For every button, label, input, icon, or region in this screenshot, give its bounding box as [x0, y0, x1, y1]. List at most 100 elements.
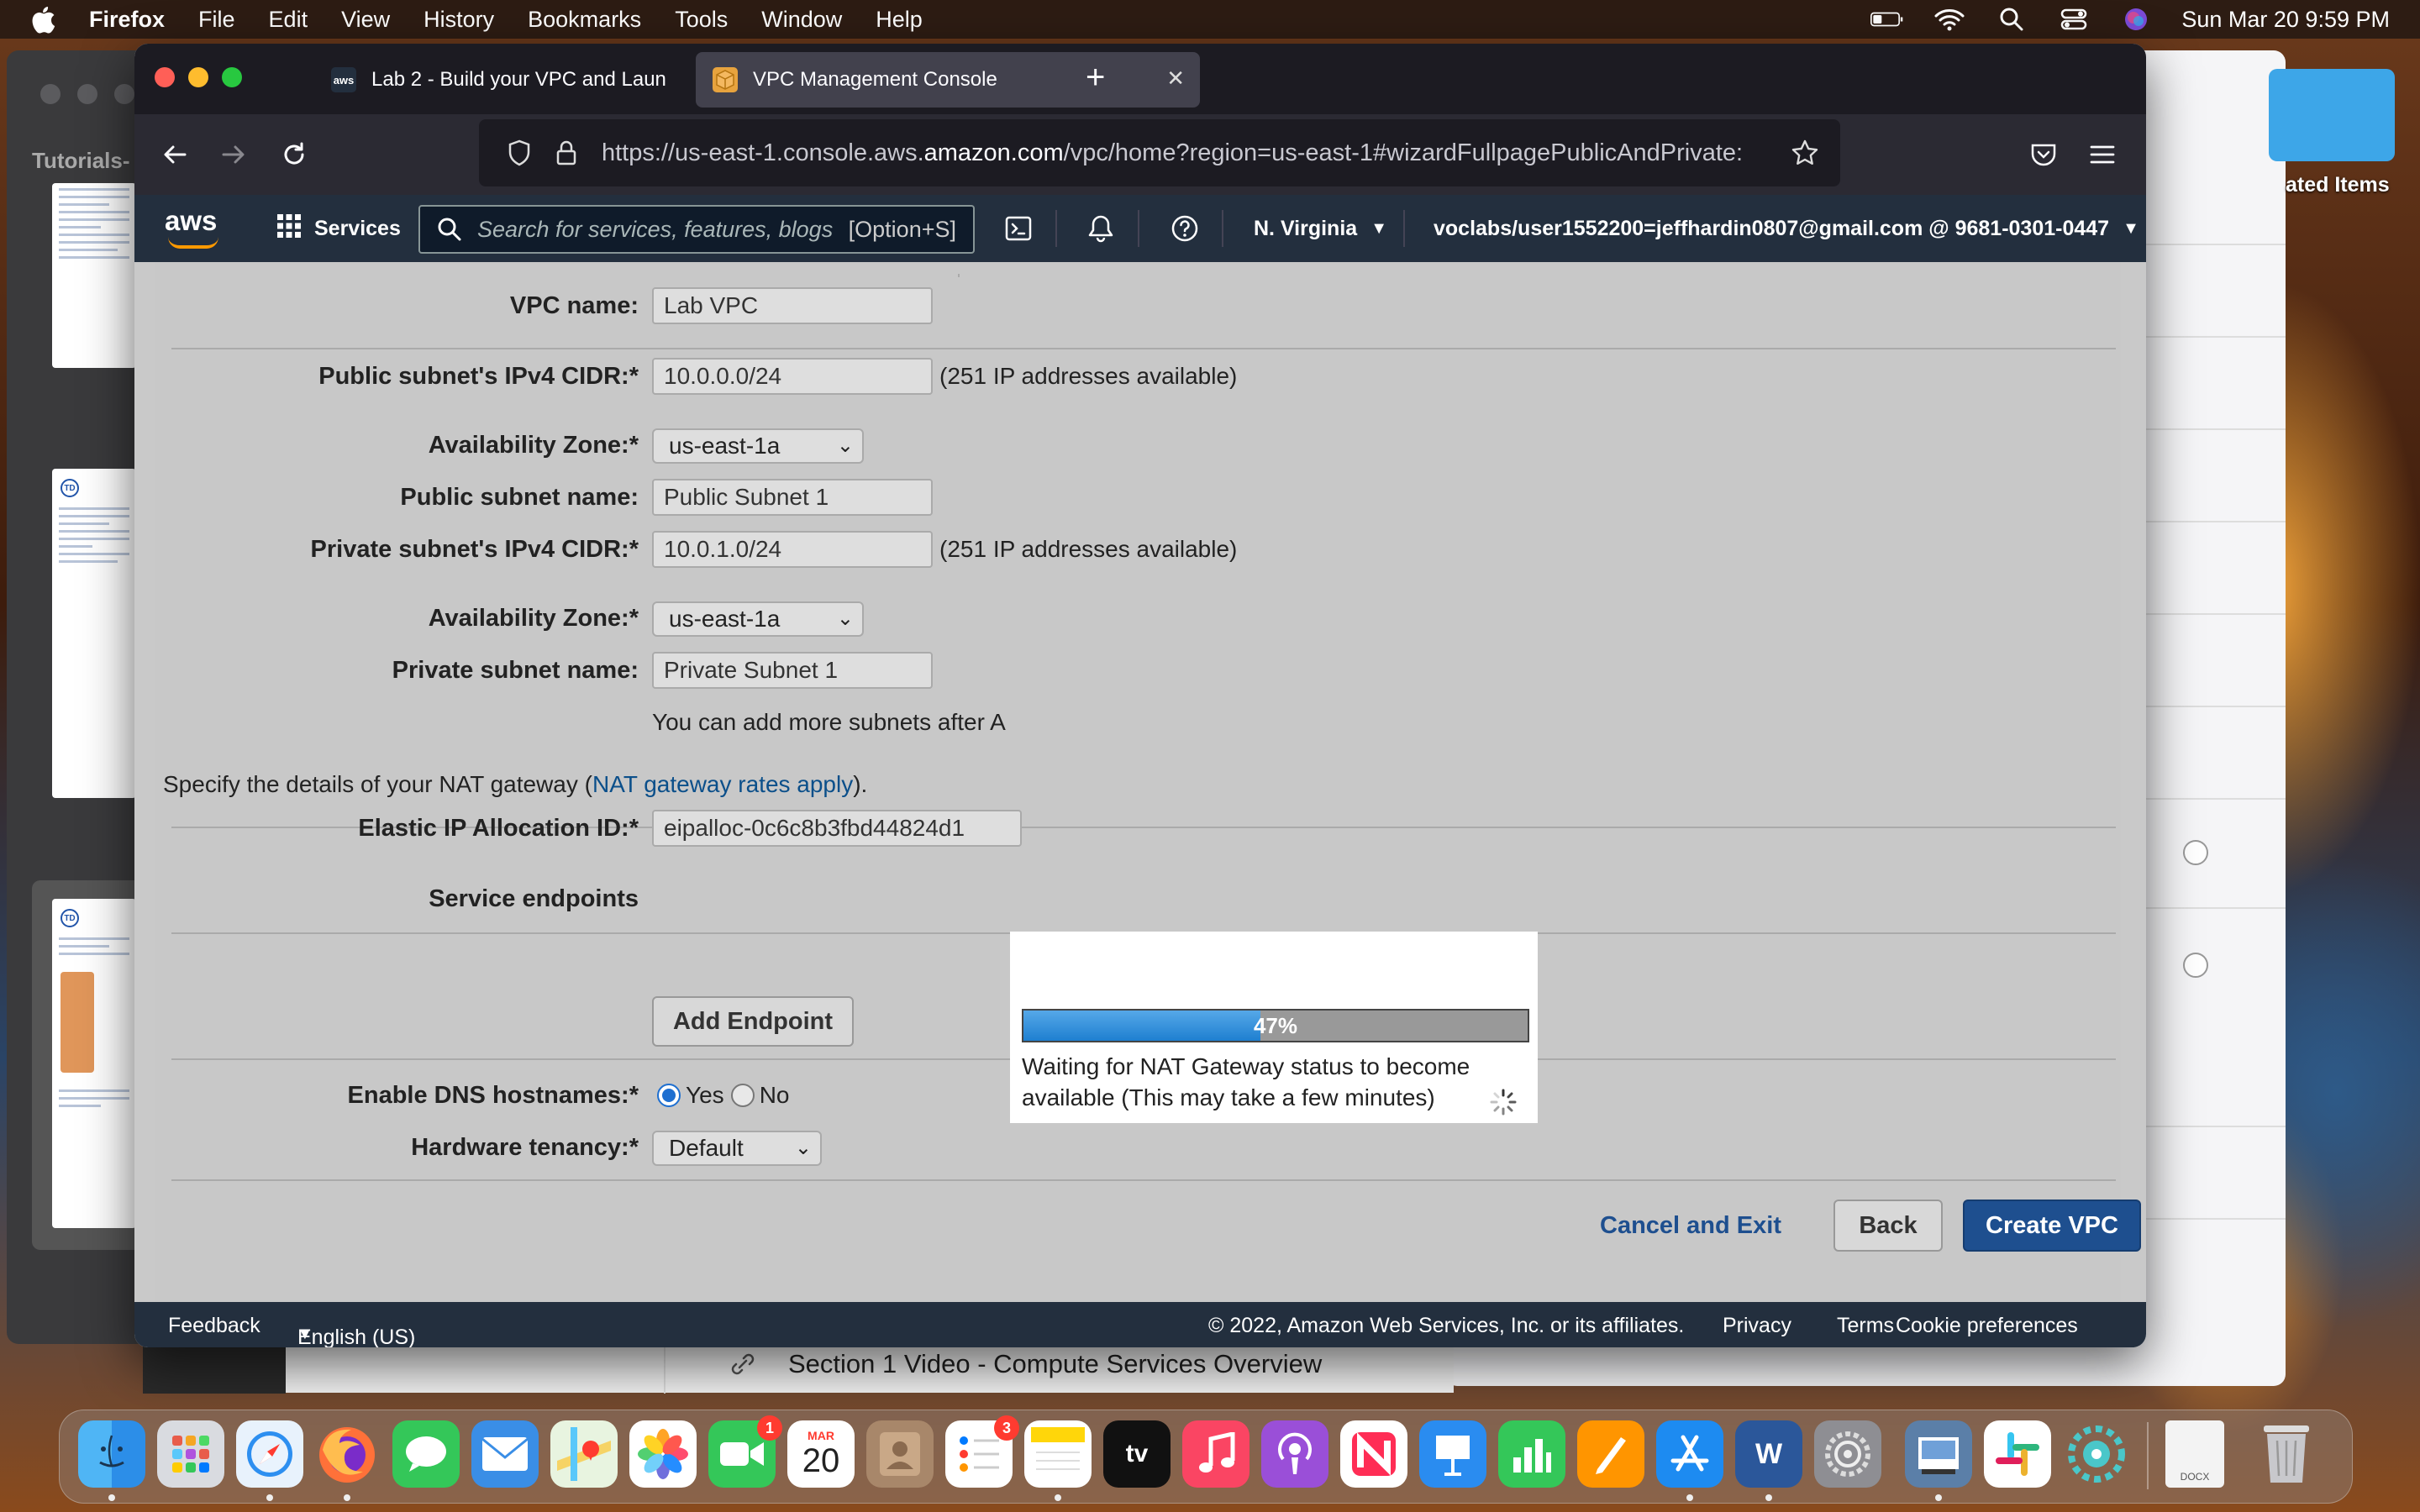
- zoom-window-button[interactable]: [222, 67, 242, 87]
- control-center-icon[interactable]: [2057, 8, 2091, 30]
- dock-separator: [2147, 1422, 2149, 1489]
- keynote-icon[interactable]: [1419, 1420, 1486, 1488]
- menu-edit[interactable]: Edit: [269, 7, 308, 33]
- menubar-app-name[interactable]: Firefox: [89, 7, 165, 33]
- hamburger-menu-icon[interactable]: [2084, 136, 2121, 173]
- reminders-icon[interactable]: 3: [945, 1415, 1019, 1488]
- news-icon[interactable]: [1340, 1420, 1407, 1488]
- numbers-icon[interactable]: [1498, 1420, 1565, 1488]
- public-subnet-name-label: Public subnet name:: [400, 484, 639, 511]
- photos-icon[interactable]: [629, 1420, 697, 1488]
- spotlight-search-icon[interactable]: [1995, 8, 2028, 31]
- vpc-name-field[interactable]: Lab VPC: [652, 287, 933, 324]
- create-vpc-button[interactable]: Create VPC: [1963, 1200, 2141, 1252]
- mail-icon[interactable]: [471, 1420, 539, 1488]
- account-menu[interactable]: voclabs/user1552200=jeffhardin0807@gmail…: [1434, 195, 2139, 262]
- menu-help[interactable]: Help: [876, 7, 923, 33]
- public-subnet-name-field[interactable]: Public Subnet 1: [652, 479, 933, 516]
- terms-link[interactable]: Terms: [1837, 1314, 1894, 1338]
- background-radio: [2183, 953, 2208, 978]
- launchpad-icon[interactable]: [157, 1420, 224, 1488]
- dns-no-radio[interactable]: [730, 1084, 755, 1107]
- menu-tools[interactable]: Tools: [675, 7, 728, 33]
- aws-search-input[interactable]: Search for services, features, blogs [Op…: [418, 205, 975, 254]
- microsoft-word-icon[interactable]: W: [1735, 1420, 1802, 1488]
- add-endpoint-button[interactable]: Add Endpoint: [652, 996, 854, 1047]
- tab-vpc-console[interactable]: VPC Management Console ✕: [696, 52, 1200, 108]
- firefox-icon[interactable]: [313, 1420, 381, 1488]
- preview-app-icon[interactable]: [1905, 1420, 1972, 1488]
- reload-icon[interactable]: [276, 136, 313, 173]
- wifi-icon[interactable]: [1933, 8, 1966, 31]
- facetime-icon[interactable]: 1: [708, 1415, 782, 1488]
- caret-down-icon: ▼: [1370, 218, 1387, 238]
- page-thumbnail[interactable]: TD: [52, 469, 136, 798]
- privacy-link[interactable]: Privacy: [1723, 1314, 1791, 1338]
- notes-icon[interactable]: [1024, 1420, 1092, 1488]
- bookmark-star-icon[interactable]: [1788, 136, 1822, 170]
- help-question-icon[interactable]: [1166, 210, 1203, 247]
- messages-icon[interactable]: [392, 1420, 460, 1488]
- cookie-preferences-link[interactable]: Cookie preferences: [1896, 1314, 2078, 1338]
- system-preferences-icon[interactable]: [1814, 1420, 1881, 1488]
- private-subnet-name-field[interactable]: Private Subnet 1: [652, 652, 933, 689]
- notifications-bell-icon[interactable]: [1082, 210, 1119, 247]
- minimize-window-button[interactable]: [188, 67, 208, 87]
- nat-gateway-rates-link[interactable]: NAT gateway rates apply: [592, 771, 853, 797]
- podcasts-icon[interactable]: [1261, 1420, 1328, 1488]
- menu-window[interactable]: Window: [761, 7, 842, 33]
- app-store-icon[interactable]: [1656, 1420, 1723, 1488]
- lock-icon[interactable]: [550, 136, 583, 170]
- private-az-select[interactable]: us-east-1a ⌄: [652, 601, 864, 637]
- menubar-clock[interactable]: Sun Mar 20 9:59 PM: [2181, 7, 2390, 33]
- back-button[interactable]: Back: [1833, 1200, 1943, 1252]
- forward-arrow-icon[interactable]: [215, 136, 252, 173]
- public-az-label: Availability Zone:*: [428, 432, 639, 459]
- menu-file[interactable]: File: [198, 7, 235, 33]
- contacts-icon[interactable]: [866, 1420, 934, 1488]
- menu-bookmarks[interactable]: Bookmarks: [528, 7, 641, 33]
- safari-icon[interactable]: [236, 1420, 303, 1488]
- vpc-favicon-icon: [713, 67, 738, 92]
- cancel-and-exit-button[interactable]: Cancel and Exit: [1590, 1200, 1791, 1252]
- cloudshell-icon[interactable]: [1000, 210, 1037, 247]
- shield-icon[interactable]: [502, 136, 536, 170]
- public-cidr-field[interactable]: 10.0.0.0/24: [652, 358, 933, 395]
- music-icon[interactable]: [1182, 1420, 1249, 1488]
- private-cidr-field[interactable]: 10.0.1.0/24: [652, 531, 933, 568]
- address-bar[interactable]: https://us-east-1.console.aws.amazon.com…: [479, 119, 1840, 186]
- trash-icon[interactable]: [2253, 1420, 2320, 1488]
- progress-bar: 47%: [1022, 1009, 1529, 1042]
- new-tab-plus-icon[interactable]: +: [1086, 59, 1105, 97]
- folder-icon[interactable]: [2269, 69, 2395, 161]
- close-tab-icon[interactable]: ✕: [1166, 66, 1185, 92]
- dns-yes-radio[interactable]: [657, 1084, 681, 1107]
- close-window-button[interactable]: [155, 67, 175, 87]
- menu-history[interactable]: History: [424, 7, 494, 33]
- private-subnet-name-label: Private subnet name:: [392, 657, 639, 684]
- docx-document-icon[interactable]: DOCX: [2165, 1420, 2224, 1488]
- aws-logo[interactable]: aws: [165, 205, 225, 252]
- region-selector[interactable]: N. Virginia ▼: [1254, 195, 1387, 262]
- menu-view[interactable]: View: [341, 7, 390, 33]
- page-thumbnail[interactable]: TD: [52, 899, 136, 1228]
- public-az-select[interactable]: us-east-1a ⌄: [652, 428, 864, 464]
- apple-tv-icon[interactable]: tv: [1103, 1420, 1171, 1488]
- finder-icon[interactable]: [78, 1420, 145, 1488]
- maps-icon[interactable]: [550, 1420, 618, 1488]
- aws-footer: Feedback English (US) ▼ © 2022, Amazon W…: [134, 1302, 2146, 1347]
- pocket-icon[interactable]: [2025, 136, 2062, 173]
- services-menu-button[interactable]: Services: [276, 195, 401, 262]
- hardware-tenancy-select[interactable]: Default ⌄: [652, 1131, 822, 1166]
- back-arrow-icon[interactable]: [156, 136, 193, 173]
- feedback-link[interactable]: Feedback: [168, 1314, 260, 1338]
- pages-icon[interactable]: [1577, 1420, 1644, 1488]
- battery-icon[interactable]: [1870, 8, 1904, 30]
- network-gear-icon[interactable]: [2063, 1420, 2130, 1488]
- siri-icon[interactable]: [2119, 8, 2153, 30]
- eip-allocation-field[interactable]: eipalloc-0c6c8b3fbd44824d1: [652, 810, 1022, 847]
- apple-menu-icon[interactable]: [20, 0, 67, 39]
- page-thumbnail[interactable]: [52, 183, 136, 368]
- calendar-icon[interactable]: MAR 20: [787, 1420, 855, 1488]
- slack-icon[interactable]: [1984, 1420, 2051, 1488]
